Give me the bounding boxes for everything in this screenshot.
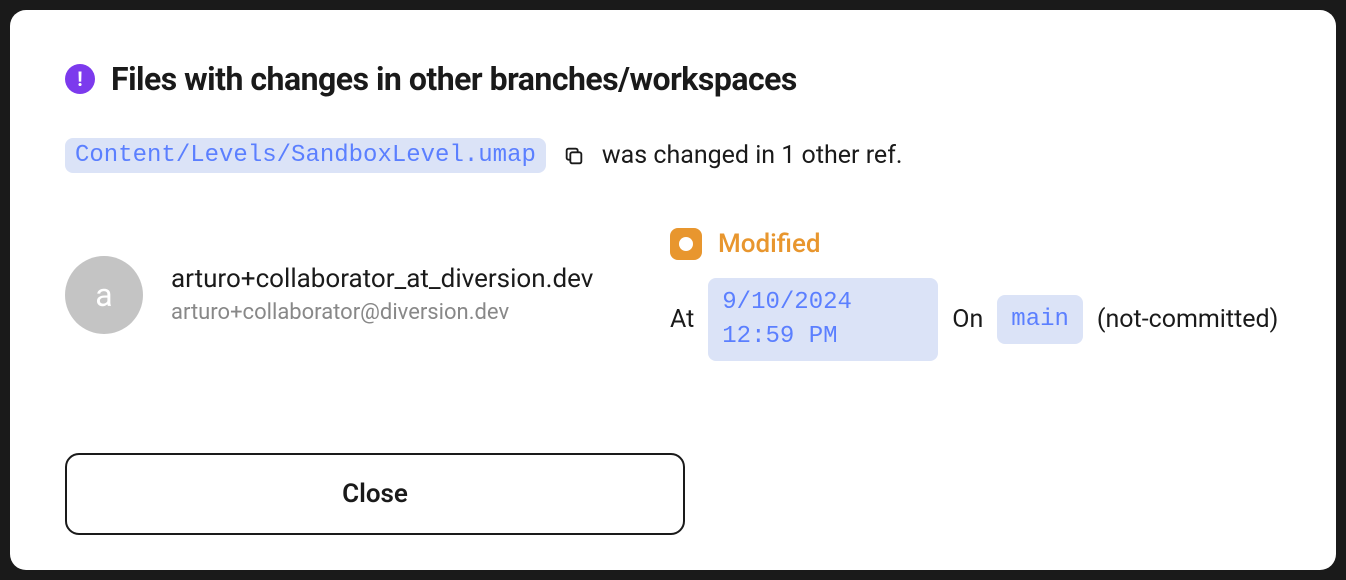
change-entry-row: a arturo+collaborator_at_diversion.dev a… [65,228,1281,361]
avatar-letter: a [95,276,112,314]
close-button[interactable]: Close [65,453,685,535]
commit-status: (not-committed) [1097,305,1278,334]
changes-dialog: ! Files with changes in other branches/w… [10,10,1336,570]
dialog-header: ! Files with changes in other branches/w… [65,60,1281,98]
user-info: arturo+collaborator_at_diversion.dev art… [171,264,593,325]
timestamp-chip: 9/10/2024 12:59 PM [708,278,938,361]
status-dot [679,237,693,251]
user-section: a arturo+collaborator_at_diversion.dev a… [65,256,640,334]
modified-icon [670,228,702,260]
changed-in-text: was changed in 1 other ref. [602,141,903,170]
meta-row: At 9/10/2024 12:59 PM On main (not-commi… [670,278,1278,361]
file-info-row: Content/Levels/SandboxLevel.umap was cha… [65,138,1281,173]
branch-chip: main [997,295,1083,345]
change-details: Modified At 9/10/2024 12:59 PM On main (… [670,228,1278,361]
alert-icon: ! [65,64,95,94]
dialog-footer: Close [65,453,1281,535]
on-label: On [952,305,983,334]
user-email: arturo+collaborator@diversion.dev [171,300,593,325]
status-row: Modified [670,228,1278,260]
avatar: a [65,256,143,334]
status-label: Modified [718,229,821,259]
dialog-title: Files with changes in other branches/wor… [111,60,797,98]
copy-icon[interactable] [562,144,586,168]
file-path-chip: Content/Levels/SandboxLevel.umap [65,138,546,173]
alert-exclamation: ! [77,67,82,91]
user-name: arturo+collaborator_at_diversion.dev [171,264,593,294]
at-label: At [670,305,694,334]
